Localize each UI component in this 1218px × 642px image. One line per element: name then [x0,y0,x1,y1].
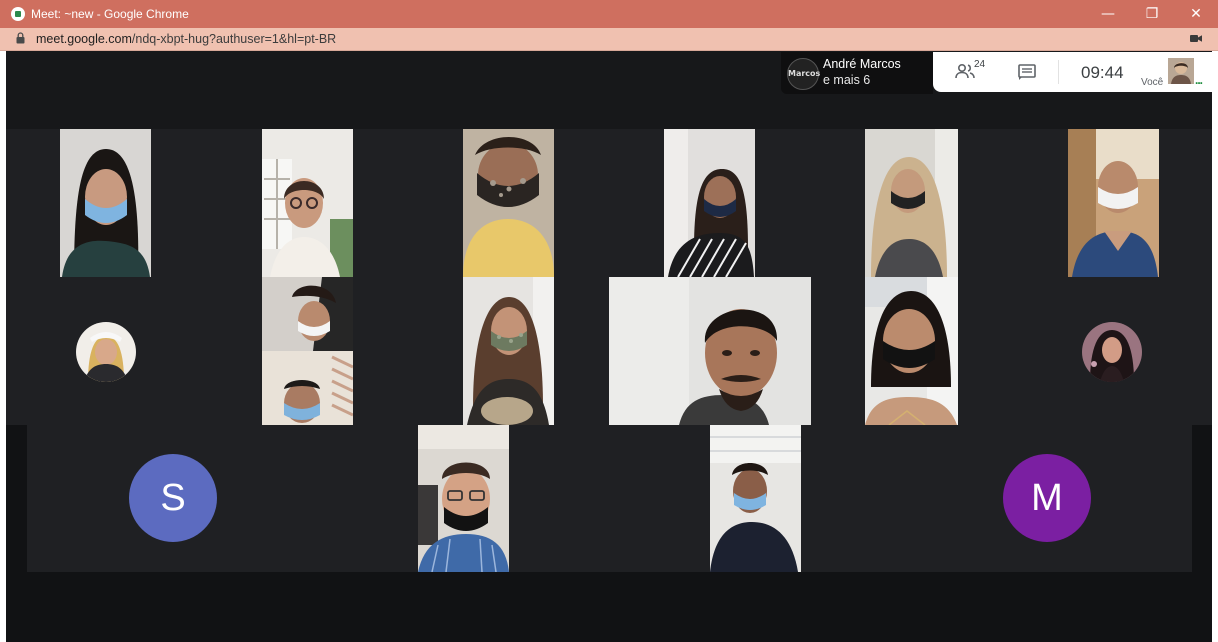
camera-permission-icon[interactable] [1190,34,1202,43]
participant-video [865,129,958,277]
meet-stage: Marcos André Marcos e mais 6 24 09:44 Vo… [6,51,1212,642]
participant-tile[interactable] [262,277,353,425]
participant-tile[interactable] [865,129,958,277]
minimize-button[interactable]: — [1086,0,1130,28]
address-bar[interactable]: meet.google.com/ndq-xbpt-hug?authuser=1&… [0,28,1218,51]
close-button[interactable]: ✕ [1174,0,1218,28]
url-path: /ndq-xbpt-hug?authuser=1&hl=pt-BR [131,32,337,46]
speaker-logo: Marcos [787,58,820,90]
url-text[interactable]: meet.google.com/ndq-xbpt-hug?authuser=1&… [36,32,336,46]
url-host: meet.google.com [36,32,132,46]
self-avatar-photo [1168,58,1194,84]
participant-tile[interactable] [1068,129,1159,277]
participant-avatar-photo [1082,322,1142,382]
chat-icon[interactable] [1017,63,1037,81]
participant-initial-avatar[interactable]: M [1003,454,1091,542]
participant-grid [6,129,1212,425]
participant-tile[interactable] [609,277,811,425]
clock: 09:44 [1081,63,1124,82]
active-speaker-indicator: Marcos André Marcos e mais 6 [781,52,933,94]
participant-video [60,129,151,277]
participant-video [262,129,353,277]
participant-tile[interactable] [664,129,755,277]
participant-video [865,277,958,425]
participant-tile[interactable] [262,129,353,277]
participant-tile[interactable] [463,277,554,425]
participant-video [418,425,509,572]
speaker-name: André Marcos [823,57,901,71]
participant-tile[interactable] [463,129,554,277]
participant-tile[interactable] [60,129,151,277]
participant-tile[interactable] [710,425,801,572]
participant-tile[interactable] [418,425,509,572]
participant-video [463,129,554,277]
restore-button[interactable]: ❐ [1130,0,1174,28]
participant-count: 24 [974,59,986,70]
participant-avatar[interactable] [1082,322,1142,382]
participant-grid-bottom-row: S M [27,425,1192,572]
participant-tile[interactable] [865,277,958,425]
participant-avatar-photo [76,322,136,382]
meet-app-icon [11,7,25,21]
participant-video [1068,129,1159,277]
participant-video [463,277,554,425]
self-avatar[interactable] [1168,58,1194,84]
toolbar-divider [1058,60,1059,84]
lock-icon[interactable] [16,32,25,44]
participant-video [609,277,811,425]
self-label: Você [1141,77,1164,88]
participant-avatar[interactable] [76,322,136,382]
speaker-others: e mais 6 [823,73,871,87]
browser-title-bar: Meet: ~new - Google Chrome — ❐ ✕ [0,0,1218,28]
participant-initial-avatar[interactable]: S [129,454,217,542]
participant-video [664,129,755,277]
participant-video [262,277,353,425]
participant-video [710,425,801,572]
window-title: Meet: ~new - Google Chrome [31,7,189,21]
meeting-toolbar: 24 09:44 Você ... [933,52,1212,92]
more-options-icon[interactable]: ... [1195,73,1203,87]
